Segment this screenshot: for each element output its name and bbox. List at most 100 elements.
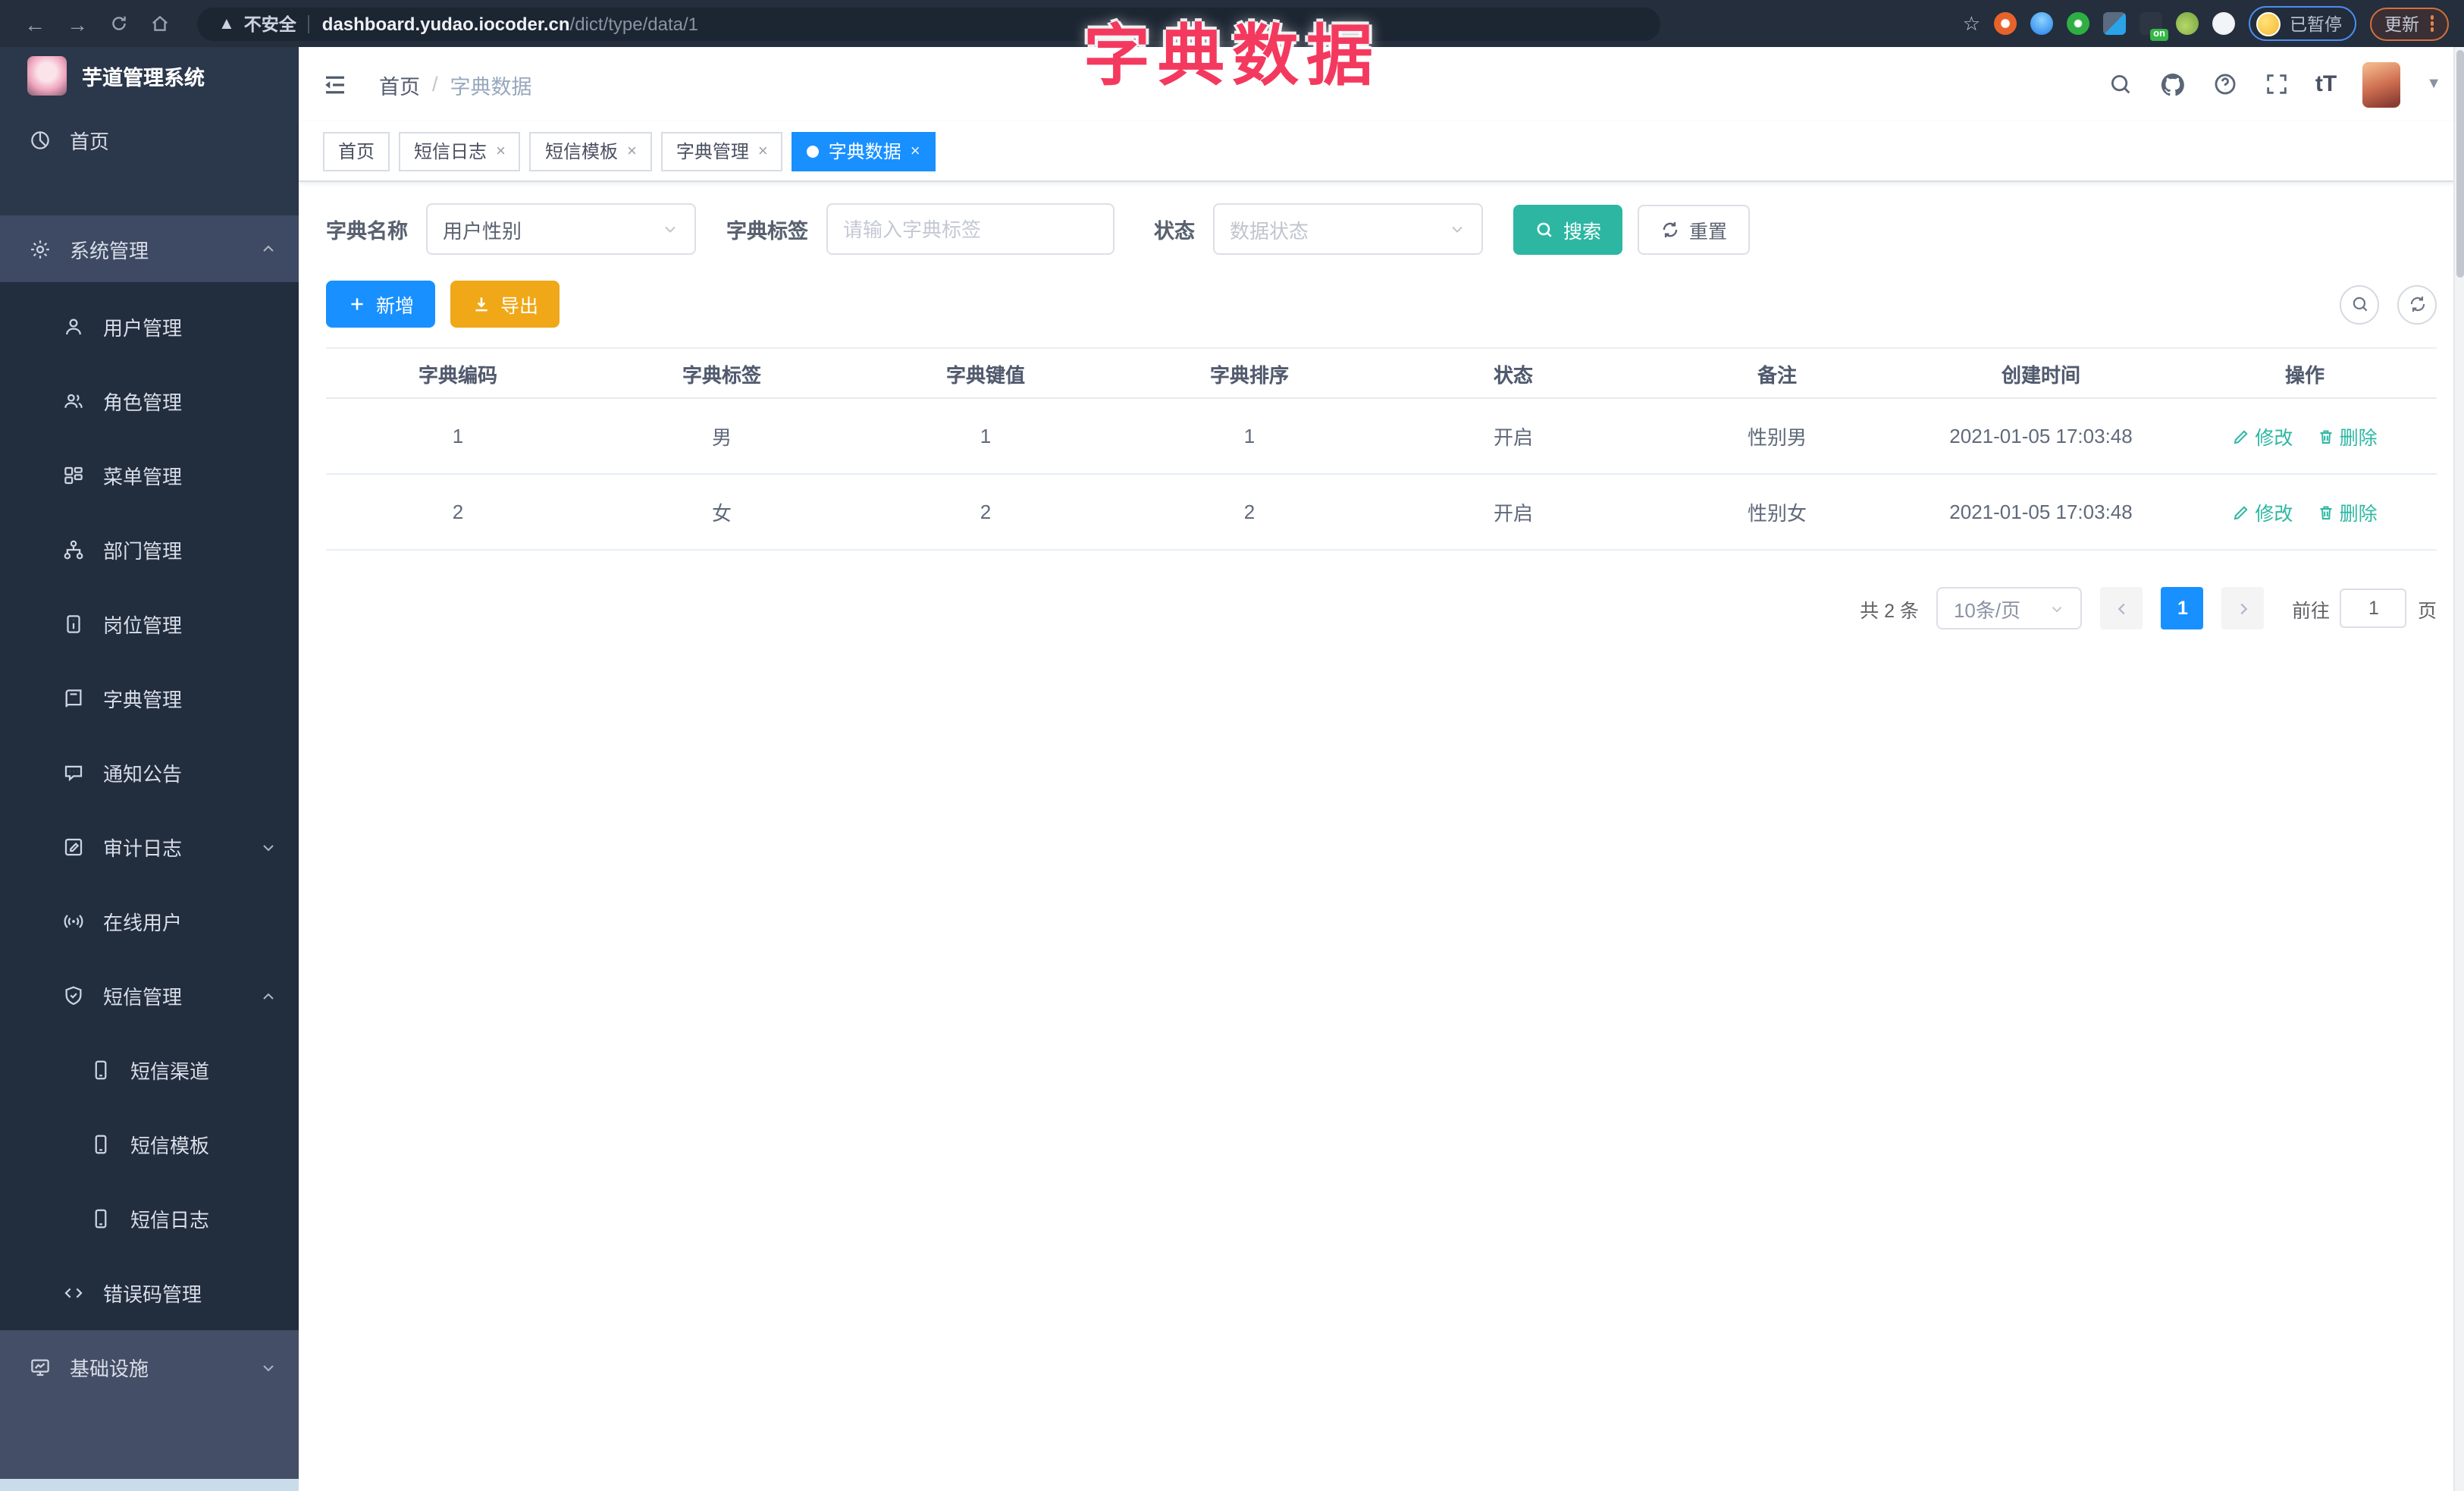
tab-dict-mgmt[interactable]: 字典管理 × — [660, 131, 783, 171]
table-header-row: 字典编码 字典标签 字典键值 字典排序 状态 备注 创建时间 操作 — [326, 347, 2437, 399]
goto-page-input[interactable] — [2340, 589, 2407, 628]
sidebar-item-sms-log[interactable]: 短信日志 — [0, 1182, 299, 1256]
sidebar-item-infrastructure[interactable]: 基础设施 — [0, 1330, 299, 1405]
dict-label-label: 字典标签 — [726, 220, 808, 243]
toggle-search-button[interactable] — [2340, 284, 2379, 324]
sidebar-item-user-mgmt[interactable]: 用户管理 — [0, 290, 299, 364]
sidebar-item-system-mgmt[interactable]: 系统管理 — [0, 215, 299, 282]
extension-icon-orange[interactable] — [1994, 12, 2017, 35]
book-icon — [61, 687, 85, 710]
system-submenu: 用户管理 角色管理 菜单管理 部门管理 岗位管理 字典管理 通知公告 审计日志 … — [0, 282, 299, 1330]
phone-icon — [88, 1133, 112, 1156]
sidebar-logo[interactable]: 芋道管理系统 — [0, 47, 299, 103]
extension-on-badge: on — [2150, 28, 2168, 41]
user-avatar[interactable] — [2362, 61, 2401, 107]
shield-check-icon — [61, 984, 85, 1007]
profile-avatar-emoji — [2256, 11, 2281, 36]
help-icon[interactable] — [2212, 71, 2238, 97]
col-dict-sort: 字典排序 — [1118, 347, 1381, 399]
tab-sms-template[interactable]: 短信模板 × — [529, 131, 652, 171]
sidebar-item-online-users[interactable]: 在线用户 — [0, 884, 299, 959]
forward-icon[interactable]: → — [67, 13, 88, 34]
download-icon — [475, 297, 487, 312]
sidebar-item-sms-template[interactable]: 短信模板 — [0, 1107, 299, 1182]
extension-icon-blue-gray[interactable] — [2103, 12, 2126, 35]
search-icon[interactable] — [2108, 71, 2133, 97]
reload-icon[interactable] — [109, 14, 129, 33]
close-icon[interactable]: × — [627, 142, 637, 160]
extension-icon-blue-drop[interactable] — [2030, 12, 2053, 35]
home-icon[interactable] — [150, 14, 170, 33]
reset-button[interactable]: 重置 — [1638, 204, 1751, 254]
edit-button[interactable]: 修改 — [2232, 422, 2293, 450]
sidebar: 芋道管理系统 首页 系统管理 用户管理 角色管理 菜单管理 部门管理 岗位管理 … — [0, 47, 299, 1491]
tab-dict-data[interactable]: 字典数据 × — [792, 131, 936, 171]
dict-name-label: 字典名称 — [326, 220, 408, 243]
page-scrollbar[interactable] — [2453, 47, 2464, 1491]
address-bar[interactable]: ▲ 不安全 dashboard.yudao.iocoder.cn/dict/typ… — [197, 7, 1660, 40]
sidebar-item-dict-mgmt[interactable]: 字典管理 — [0, 661, 299, 736]
user-icon — [61, 315, 85, 338]
sidebar-item-role-mgmt[interactable]: 角色管理 — [0, 364, 299, 438]
github-icon[interactable] — [2159, 71, 2187, 98]
tab-home[interactable]: 首页 — [323, 131, 390, 171]
delete-button[interactable]: 删除 — [2317, 422, 2378, 450]
collapse-sidebar-icon[interactable] — [321, 71, 349, 98]
page-number-current[interactable]: 1 — [2161, 587, 2204, 629]
breadcrumb: 首页 / 字典数据 — [379, 69, 532, 99]
scrollbar-thumb[interactable] — [2456, 50, 2464, 278]
prev-page-button[interactable] — [2100, 587, 2143, 629]
sidebar-item-home[interactable]: 首页 — [0, 103, 299, 176]
next-page-button[interactable] — [2221, 587, 2265, 629]
extension-icon-dark[interactable]: on — [2140, 12, 2168, 41]
chevron-down-icon[interactable]: ▼ — [2426, 76, 2441, 93]
refresh-table-button[interactable] — [2397, 284, 2437, 324]
profile-paused-badge[interactable]: 已暂停 — [2249, 6, 2356, 41]
sidebar-item-error-code[interactable]: 错误码管理 — [0, 1256, 299, 1330]
app-title: 芋道管理系统 — [82, 66, 205, 89]
table-row: 2 女 2 2 开启 性别女 2021-01-05 17:03:48 修改 删除 — [326, 474, 2437, 551]
sidebar-item-menu-mgmt[interactable]: 菜单管理 — [0, 438, 299, 513]
dict-name-select[interactable]: 用户性别 — [426, 203, 696, 255]
status-select[interactable]: 数据状态 — [1213, 203, 1483, 255]
url-domain: dashboard.yudao.iocoder.cn — [321, 13, 570, 34]
dict-label-input[interactable] — [843, 218, 1098, 240]
page-size-select[interactable]: 10条/页 — [1936, 587, 2083, 629]
plus-icon — [351, 298, 363, 310]
back-icon[interactable]: ← — [24, 13, 45, 34]
sidebar-item-dept-mgmt[interactable]: 部门管理 — [0, 513, 299, 587]
sidebar-item-notice[interactable]: 通知公告 — [0, 736, 299, 810]
close-icon[interactable]: × — [758, 142, 768, 160]
extension-icon-green[interactable] — [2176, 12, 2199, 35]
trash-icon — [2320, 429, 2332, 443]
fullscreen-icon[interactable] — [2264, 71, 2290, 97]
sidebar-item-sms-mgmt[interactable]: 短信管理 — [0, 959, 299, 1033]
close-icon[interactable]: × — [496, 142, 506, 160]
sidebar-item-post-mgmt[interactable]: 岗位管理 — [0, 587, 299, 661]
extension-icon-green-check[interactable] — [2067, 12, 2089, 35]
font-size-icon[interactable]: tT — [2315, 71, 2337, 97]
sidebar-item-sms-channel[interactable]: 短信渠道 — [0, 1033, 299, 1107]
search-button[interactable]: 搜索 — [1513, 204, 1623, 254]
search-icon — [2352, 297, 2367, 312]
edit-button[interactable]: 修改 — [2232, 498, 2293, 526]
add-button[interactable]: 新增 — [326, 281, 436, 328]
signal-icon — [61, 910, 85, 933]
active-dot — [807, 145, 820, 157]
extensions-puzzle-icon[interactable] — [2212, 12, 2235, 35]
tab-bar: 首页 短信日志 × 短信模板 × 字典管理 × 字典数据 × — [299, 121, 2464, 182]
bookmark-star-icon[interactable]: ☆ — [1963, 11, 1980, 36]
tab-sms-log[interactable]: 短信日志 × — [399, 131, 521, 171]
browser-menu-icon[interactable] — [2430, 15, 2434, 32]
breadcrumb-home[interactable]: 首页 — [379, 69, 420, 99]
close-icon[interactable]: × — [911, 142, 920, 160]
export-button[interactable]: 导出 — [450, 281, 560, 328]
dashboard-icon — [27, 128, 52, 151]
col-status: 状态 — [1381, 347, 1645, 399]
browser-update-button[interactable]: 更新 — [2369, 7, 2449, 40]
message-bubble-icon — [61, 761, 85, 784]
warning-icon: ▲ — [218, 14, 235, 33]
main-area: 首页 / 字典数据 tT ▼ 首页 短信日志 × 短信模板 × 字典管理 × 字… — [299, 47, 2464, 1491]
sidebar-item-audit-log[interactable]: 审计日志 — [0, 810, 299, 884]
delete-button[interactable]: 删除 — [2317, 498, 2378, 526]
